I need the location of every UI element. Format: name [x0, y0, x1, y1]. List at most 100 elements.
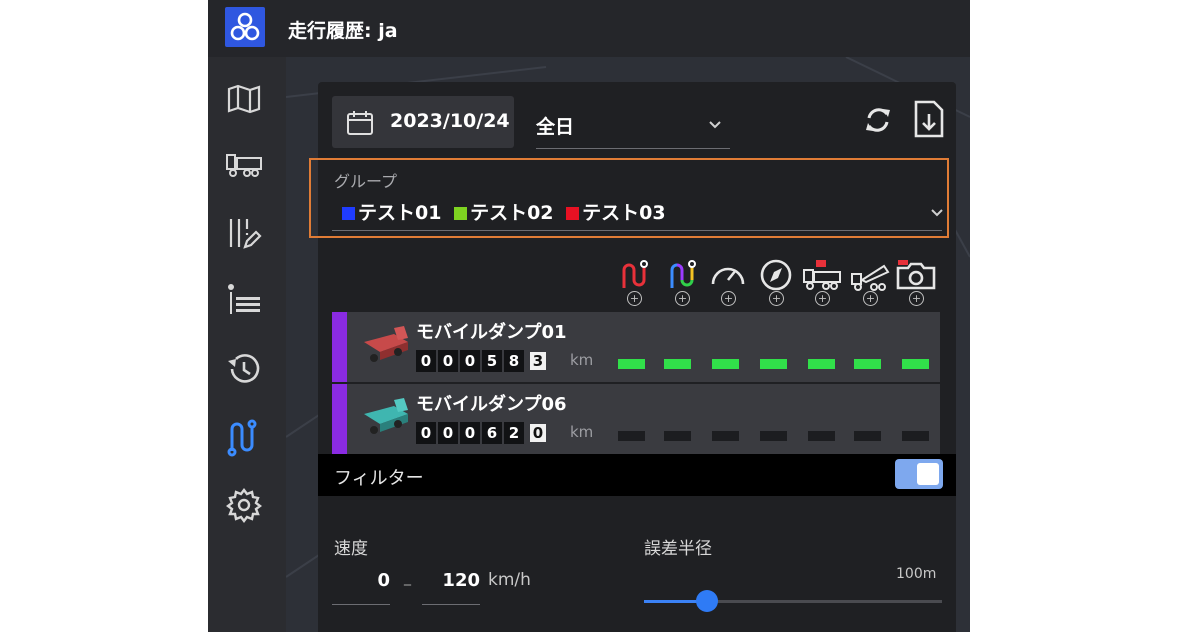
- history-icon: [228, 354, 260, 383]
- app-logo[interactable]: [225, 7, 265, 47]
- row-color-bar: [332, 312, 347, 382]
- odometer-digit: 0: [438, 422, 458, 444]
- truck-icon: [226, 154, 262, 177]
- plus-icon: +: [863, 291, 878, 306]
- dump-truck-image: [364, 326, 408, 362]
- status-indicator: [712, 431, 739, 441]
- route-icon: [622, 260, 648, 288]
- speed-label: 速度: [334, 539, 368, 559]
- page-title: 走行履歴: ja: [288, 20, 398, 42]
- time-range-select[interactable]: 全日: [536, 96, 730, 149]
- compass-icon: [760, 259, 792, 291]
- dump-truck-image: [364, 398, 408, 434]
- route-multicolor-icon: [670, 260, 696, 288]
- logo-icon: [230, 12, 260, 41]
- error-radius-label: 誤差半径: [644, 539, 712, 559]
- plus-icon: +: [769, 291, 784, 306]
- plus-icon: +: [627, 291, 642, 306]
- status-indicator: [664, 359, 691, 369]
- plus-icon: +: [909, 291, 924, 306]
- download-button[interactable]: [910, 98, 946, 140]
- tool-multicolor-route-button[interactable]: +: [660, 258, 704, 306]
- speedometer-icon: [711, 267, 745, 285]
- status-indicator: [902, 431, 929, 441]
- download-file-icon: [914, 100, 944, 138]
- vehicle-name: モバイルダンプ01: [416, 322, 567, 343]
- error-radius-max-label: 100m: [896, 566, 937, 582]
- plus-icon: +: [815, 291, 830, 306]
- odometer-digit: 0: [416, 422, 436, 444]
- odometer-decimal: 0: [530, 424, 546, 442]
- tool-camera-button[interactable]: +: [894, 258, 938, 306]
- odometer-digit: 2: [504, 422, 524, 444]
- speed-max-value: 120: [442, 570, 480, 591]
- sidebar-item-route[interactable]: [222, 415, 266, 459]
- edit-list-icon: [229, 219, 262, 249]
- odometer-digit: 0: [438, 350, 458, 372]
- odometer-digit: 0: [416, 350, 436, 372]
- speed-min-input[interactable]: 0: [332, 566, 390, 605]
- speed-min-value: 0: [377, 570, 390, 591]
- map-icon: [227, 84, 261, 114]
- chevron-down-icon: [709, 121, 721, 129]
- tool-truck-alert-button[interactable]: +: [800, 258, 844, 306]
- sidebar-item-map[interactable]: [222, 77, 266, 121]
- refresh-button[interactable]: [863, 100, 893, 140]
- app-window: 走行履歴: ja 2023/10/24 全日 グループ テスト01 テスト02 …: [208, 0, 970, 632]
- status-indicator: [664, 431, 691, 441]
- title-bar: 走行履歴: ja: [208, 0, 970, 57]
- odometer-decimal: 3: [530, 352, 546, 370]
- slider-thumb[interactable]: [696, 590, 718, 612]
- tool-dump-button[interactable]: +: [848, 258, 892, 306]
- sidebar-item-settings[interactable]: [222, 483, 266, 527]
- range-separator: _: [404, 570, 411, 586]
- list-icon: [228, 284, 260, 314]
- status-indicator: [618, 431, 645, 441]
- status-indicator: [760, 359, 787, 369]
- status-indicator: [808, 359, 835, 369]
- odometer-unit: km: [570, 351, 594, 369]
- odometer-digit: 5: [482, 350, 502, 372]
- sidebar: [208, 57, 286, 632]
- status-indicator: [854, 359, 881, 369]
- odometer-digit: 0: [460, 422, 480, 444]
- odometer-unit: km: [570, 423, 594, 441]
- sidebar-item-edit[interactable]: [222, 211, 266, 255]
- vehicle-row[interactable]: モバイルダンプ06 0 0 0 6 2 0 km: [332, 384, 940, 454]
- error-radius-slider[interactable]: [644, 590, 942, 612]
- route-icon: [227, 419, 257, 457]
- odometer-digit: 0: [460, 350, 480, 372]
- tool-speed-button[interactable]: +: [706, 258, 750, 306]
- filter-bar: フィルター: [318, 454, 956, 496]
- camera-icon: [896, 260, 936, 290]
- odometer-digit: 6: [482, 422, 502, 444]
- status-indicator: [618, 359, 645, 369]
- calendar-icon: [347, 111, 373, 135]
- date-picker-button[interactable]: 2023/10/24: [332, 96, 514, 148]
- plus-icon: +: [675, 291, 690, 306]
- filter-toggle[interactable]: [895, 459, 943, 489]
- gear-icon: [226, 488, 262, 523]
- sidebar-item-vehicles[interactable]: [222, 143, 266, 187]
- filter-label: フィルター: [334, 468, 424, 489]
- date-value: 2023/10/24: [390, 110, 510, 132]
- plus-icon: +: [721, 291, 736, 306]
- status-indicator: [760, 431, 787, 441]
- time-range-value: 全日: [536, 116, 575, 138]
- toggle-knob: [917, 463, 939, 485]
- dump-truck-icon: [851, 264, 890, 291]
- odometer-digit: 8: [504, 350, 524, 372]
- status-indicator: [808, 431, 835, 441]
- row-color-bar: [332, 384, 347, 454]
- refresh-icon: [866, 108, 890, 132]
- status-indicator: [712, 359, 739, 369]
- speed-max-input[interactable]: 120: [422, 566, 480, 605]
- status-indicator: [902, 359, 929, 369]
- sidebar-item-list[interactable]: [222, 279, 266, 323]
- highlight-box: [309, 158, 949, 238]
- tool-direction-button[interactable]: +: [754, 258, 798, 306]
- vehicle-name: モバイルダンプ06: [416, 394, 567, 415]
- vehicle-row[interactable]: モバイルダンプ01 0 0 0 5 8 3 km: [332, 312, 940, 382]
- tool-route-button[interactable]: +: [612, 258, 656, 306]
- sidebar-item-history[interactable]: [222, 347, 266, 391]
